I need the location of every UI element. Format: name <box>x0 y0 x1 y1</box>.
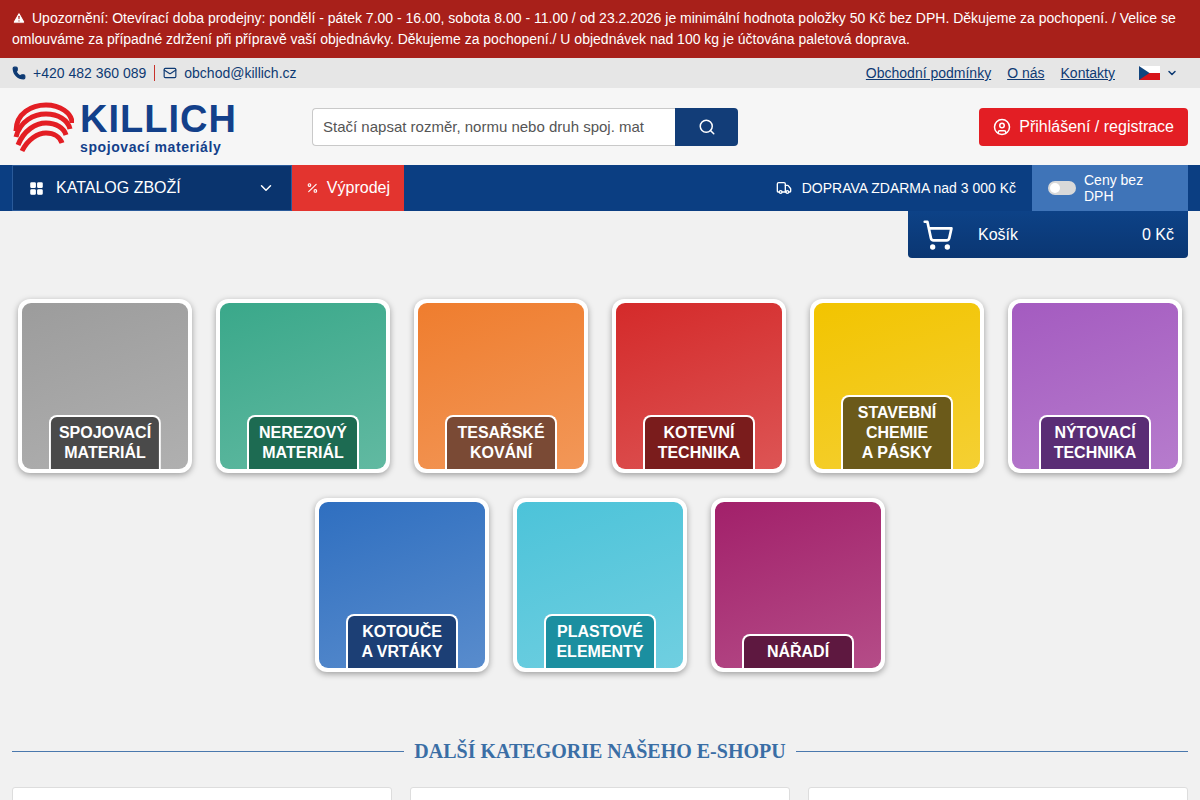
category-grid: SPOJOVACÍMATERIÁL NEREZOVÝMATERIÁL TESAŘSK… <box>18 299 1182 672</box>
catalog-button[interactable]: KATALOG ZBOŽÍ <box>12 165 292 211</box>
search-button[interactable] <box>675 108 738 146</box>
cart-button[interactable]: Košík 0 Kč <box>908 211 1188 258</box>
top-links: Obchodní podmínky O nás Kontakty <box>850 65 1188 81</box>
login-button[interactable]: Přihlášení / registrace <box>979 108 1188 146</box>
category-tile[interactable]: NÁŘADÍ <box>711 498 885 672</box>
category-image: SPOJOVACÍMATERIÁL <box>22 303 188 469</box>
percent-icon <box>306 181 319 195</box>
top-link[interactable]: O nás <box>1007 65 1044 81</box>
category-image: NEREZOVÝMATERIÁL <box>220 303 386 469</box>
cart-total: 0 Kč <box>1142 226 1174 244</box>
more-categories-row <box>0 787 1200 800</box>
czech-flag-icon <box>1139 66 1160 80</box>
nav-bar: KATALOG ZBOŽÍVýprodej DOPRAVA ZDARMA nad … <box>0 165 1200 211</box>
top-link[interactable]: Kontakty <box>1061 65 1115 81</box>
category-label: PLASTOVÉELEMENTY <box>544 614 656 668</box>
vat-toggle[interactable]: Ceny bez DPH <box>1032 165 1188 211</box>
category-label: NEREZOVÝMATERIÁL <box>247 415 359 469</box>
search-form <box>312 108 738 146</box>
search-input[interactable] <box>312 108 675 146</box>
category-tile[interactable]: TESAŘSKÉKOVÁNÍ <box>414 299 588 473</box>
category-image: NÁŘADÍ <box>715 502 881 668</box>
category-image: TESAŘSKÉKOVÁNÍ <box>418 303 584 469</box>
category-tile[interactable]: KOTEVNÍTECHNIKA <box>612 299 786 473</box>
search-icon <box>698 118 716 136</box>
category-label: NÁŘADÍ <box>742 634 854 668</box>
contact-bar: +420 482 360 089obchod@killich.cz Obchodn… <box>0 58 1200 88</box>
category-card[interactable] <box>410 787 790 800</box>
phone-icon <box>12 66 26 80</box>
logo-tagline: spojovací materiály <box>80 140 237 154</box>
notice-bar: Upozornění: Otevírací doba prodejny: pon… <box>0 0 1200 58</box>
category-label: NÝTOVACÍTECHNIKA <box>1039 415 1151 469</box>
category-card[interactable] <box>808 787 1188 800</box>
cart-label: Košík <box>978 226 1018 244</box>
header: KILLICH spojovací materiály Přihlášení / r… <box>0 88 1200 165</box>
chevron-icon <box>257 179 275 197</box>
category-label: KOTEVNÍTECHNIKA <box>643 415 755 469</box>
logo-mark-icon <box>12 101 74 153</box>
category-image: STAVEBNÍCHEMIEA PÁSKY <box>814 303 980 469</box>
logo[interactable]: KILLICH spojovací materiály <box>12 100 312 154</box>
warning-icon <box>12 11 26 25</box>
truck-icon <box>776 180 792 196</box>
toggle-switch[interactable] <box>1048 181 1076 195</box>
sale-button[interactable]: Výprodej <box>292 165 404 211</box>
grid-icon <box>29 181 44 196</box>
user-icon <box>993 118 1011 136</box>
caret-icon <box>1166 67 1178 79</box>
category-image: KOTOUČEA VRTÁKY <box>319 502 485 668</box>
contact-group: +420 482 360 089obchod@killich.cz <box>12 65 305 81</box>
mail-icon <box>163 66 177 80</box>
category-image: NÝTOVACÍTECHNIKA <box>1012 303 1178 469</box>
category-label: STAVEBNÍCHEMIEA PÁSKY <box>841 395 953 469</box>
logo-name: KILLICH <box>80 100 237 138</box>
category-tile[interactable]: KOTOUČEA VRTÁKY <box>315 498 489 672</box>
more-categories-heading: DALŠÍ KATEGORIE NAŠEHO E-SHOPU <box>0 740 1200 763</box>
cart-row: Košík 0 Kč <box>0 211 1200 258</box>
free-shipping: DOPRAVA ZDARMA nad 3 000 Kč <box>776 165 1032 211</box>
email-link[interactable]: obchod@killich.cz <box>154 65 304 81</box>
category-tile[interactable]: PLASTOVÉELEMENTY <box>513 498 687 672</box>
top-link[interactable]: Obchodní podmínky <box>866 65 991 81</box>
category-label: TESAŘSKÉKOVÁNÍ <box>445 415 557 469</box>
category-label: KOTOUČEA VRTÁKY <box>346 614 458 668</box>
category-tile[interactable]: NEREZOVÝMATERIÁL <box>216 299 390 473</box>
category-card[interactable] <box>12 787 392 800</box>
category-tile[interactable]: STAVEBNÍCHEMIEA PÁSKY <box>810 299 984 473</box>
phone-link[interactable]: +420 482 360 089 <box>12 65 154 81</box>
category-tile[interactable]: SPOJOVACÍMATERIÁL <box>18 299 192 473</box>
category-tile[interactable]: NÝTOVACÍTECHNIKA <box>1008 299 1182 473</box>
cart-icon <box>922 219 954 251</box>
category-image: KOTEVNÍTECHNIKA <box>616 303 782 469</box>
language-select[interactable] <box>1139 66 1178 80</box>
category-image: PLASTOVÉELEMENTY <box>517 502 683 668</box>
category-label: SPOJOVACÍMATERIÁL <box>49 415 161 469</box>
